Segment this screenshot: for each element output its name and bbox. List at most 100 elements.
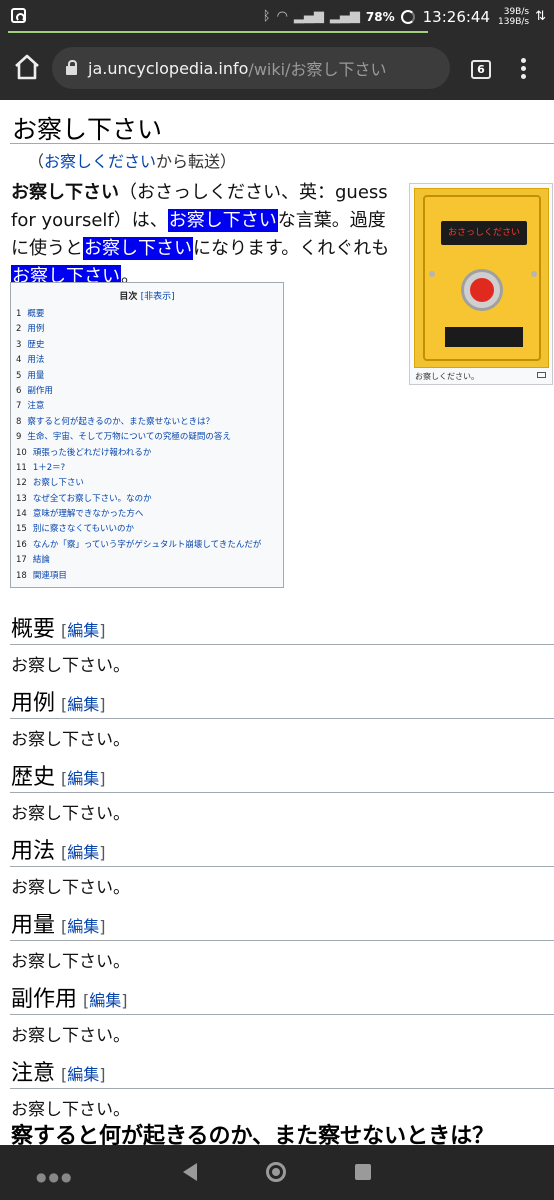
home-nav-icon[interactable] xyxy=(266,1162,286,1182)
toc-item-number: 17 xyxy=(16,555,27,566)
toc-item-link[interactable]: 頑張った後どれだけ報われるか xyxy=(33,448,152,458)
toc-item[interactable]: 18 関連項目 xyxy=(16,569,261,584)
toc-item[interactable]: 7 注意 xyxy=(16,399,261,414)
menu-dot xyxy=(521,74,526,79)
edit-bracket-close: ] xyxy=(99,695,106,714)
section-heading: 察すると何が起きるのか、また察せないときは？ xyxy=(11,1124,495,1145)
toc-item-link[interactable]: 別に察さなくてもいいのか xyxy=(33,524,134,534)
more-icon[interactable]: ●●● xyxy=(36,1170,73,1184)
toc-item[interactable]: 9 生命、宇宙、そして万物についての究極の疑問の答え xyxy=(16,430,261,445)
toc-item[interactable]: 16 なんか「察」っていう字がゲシュタルト崩壊してきたんだが xyxy=(16,538,261,553)
speed-down: 139B/s xyxy=(498,16,530,27)
edit-link[interactable]: 編集 xyxy=(67,621,99,640)
toc-item-number: 14 xyxy=(16,509,27,520)
toc-item-link[interactable]: なんか「察」っていう字がゲシュタルト崩壊してきたんだが xyxy=(33,540,262,550)
wifi-icon: ◠ xyxy=(276,9,288,24)
toc-item-link[interactable]: 関連項目 xyxy=(33,571,67,581)
toc-item-number: 2 xyxy=(16,324,22,335)
section-title: 用例 xyxy=(11,691,56,716)
toc-item-number: 11 xyxy=(16,462,27,473)
toc-item-number: 6 xyxy=(16,385,22,396)
browser-toolbar: ja.uncyclopedia.info/wiki/お察し下さい 6 xyxy=(0,33,554,100)
section-body: お察し下さい。 xyxy=(11,730,130,750)
toc-item-link[interactable]: 結論 xyxy=(33,555,50,565)
button-panel-image[interactable]: おさっしください xyxy=(414,188,549,368)
toc-item-link[interactable]: 用例 xyxy=(27,324,44,334)
toc-item[interactable]: 5 用量 xyxy=(16,369,261,384)
toc-item-link[interactable]: 1＋2＝? xyxy=(33,463,65,473)
section-heading: 注意 [編集] xyxy=(11,1055,106,1087)
section-divider xyxy=(10,1014,554,1015)
toc-item[interactable]: 11 1＋2＝? xyxy=(16,461,261,476)
lead-bold-term: お察し下さい xyxy=(11,182,119,203)
section-edit: [編集] xyxy=(83,991,128,1010)
edit-link[interactable]: 編集 xyxy=(89,991,121,1010)
toc-item-number: 18 xyxy=(16,570,27,581)
toc-item-link[interactable]: お察し下さい xyxy=(33,478,84,488)
toc-item[interactable]: 17 結論 xyxy=(16,553,261,568)
section-title: 用量 xyxy=(11,913,56,938)
menu-dot xyxy=(521,58,526,63)
toc-item[interactable]: 4 用法 xyxy=(16,353,261,368)
edit-link[interactable]: 編集 xyxy=(67,769,99,788)
toc-item-link[interactable]: 用量 xyxy=(27,371,44,381)
toc-item-link[interactable]: なぜ全てお察し下さい。なのか xyxy=(33,494,152,504)
section-divider xyxy=(10,1088,554,1089)
image-screw xyxy=(531,271,537,277)
edit-link[interactable]: 編集 xyxy=(67,843,99,862)
section-heading: 用量 [編集] xyxy=(11,907,106,939)
redirect-note: （お察しくださいから転送） xyxy=(28,148,236,172)
page-title: お察し下さい xyxy=(12,115,163,144)
toc-item-link[interactable]: 用法 xyxy=(27,355,44,365)
toc-item[interactable]: 6 副作用 xyxy=(16,384,261,399)
article-section: 副作用 [編集] お察し下さい。 xyxy=(0,981,554,1055)
toc-item[interactable]: 10 頑張った後どれだけ報われるか xyxy=(16,446,261,461)
toc-item[interactable]: 3 歴史 xyxy=(16,338,261,353)
toc-item[interactable]: 13 なぜ全てお察し下さい。なのか xyxy=(16,492,261,507)
home-button[interactable] xyxy=(12,53,42,81)
bluetooth-icon: ᛒ xyxy=(262,9,271,24)
toc-item-link[interactable]: 生命、宇宙、そして万物についての究極の疑問の答え xyxy=(27,432,231,442)
thumbnail-figure: おさっしください お察しください。 xyxy=(409,183,553,385)
image-red-button xyxy=(461,269,503,311)
recents-icon[interactable] xyxy=(355,1164,371,1180)
redirect-link[interactable]: お察しください xyxy=(44,152,156,171)
lock-icon xyxy=(66,60,77,75)
section-title: 用法 xyxy=(11,839,56,864)
overflow-menu-button[interactable] xyxy=(520,58,528,82)
section-divider xyxy=(10,718,554,719)
section-divider xyxy=(10,940,554,941)
toc-item-link[interactable]: 副作用 xyxy=(27,386,53,396)
edit-link[interactable]: 編集 xyxy=(67,1065,99,1084)
toc-item-link[interactable]: 注意 xyxy=(27,401,44,411)
section-body: お察し下さい。 xyxy=(11,1100,130,1120)
toc-item-link[interactable]: 歴史 xyxy=(27,340,44,350)
signal-icon: ▂▄▆ xyxy=(293,9,324,24)
title-divider xyxy=(10,143,554,144)
section-body: お察し下さい。 xyxy=(11,804,130,824)
url-host: ja.uncyclopedia.info xyxy=(88,58,249,78)
toc-list: 1 概要 2 用例 3 歴史 4 用法 5 用量 6 副作用 7 注意 8 察すると何が起きるのか、また察せな… xyxy=(16,307,261,584)
toc-item-link[interactable]: 意味が理解できなかった方へ xyxy=(33,509,144,519)
thumbnail-caption: お察しください。 xyxy=(415,372,479,381)
edit-link[interactable]: 編集 xyxy=(67,917,99,936)
toc-item-number: 15 xyxy=(16,524,27,535)
section-body: お察し下さい。 xyxy=(11,878,130,898)
enlarge-icon[interactable] xyxy=(537,372,546,378)
toc-item[interactable]: 8 察すると何が起きるのか、また察せないときは？ xyxy=(16,415,261,430)
edit-link[interactable]: 編集 xyxy=(67,695,99,714)
toc-item[interactable]: 12 お察し下さい xyxy=(16,476,261,491)
toc-item[interactable]: 14 意味が理解できなかった方へ xyxy=(16,507,261,522)
toc-item-link[interactable]: 察すると何が起きるのか、また察せないときは？ xyxy=(27,417,214,427)
back-icon[interactable] xyxy=(183,1163,197,1181)
address-bar[interactable]: ja.uncyclopedia.info/wiki/お察し下さい xyxy=(52,47,450,89)
menu-dot xyxy=(521,66,526,71)
toc-item-number: 7 xyxy=(16,401,22,412)
toc-item[interactable]: 2 用例 xyxy=(16,322,261,337)
toc-item[interactable]: 15 別に察さなくてもいいのか xyxy=(16,522,261,537)
toc-hide-toggle[interactable]: [非表示] xyxy=(141,292,175,302)
tab-switcher-button[interactable]: 6 xyxy=(471,60,491,79)
toc-item-link[interactable]: 概要 xyxy=(27,309,44,319)
toc-item[interactable]: 1 概要 xyxy=(16,307,261,322)
section-edit: [編集] xyxy=(61,769,106,788)
